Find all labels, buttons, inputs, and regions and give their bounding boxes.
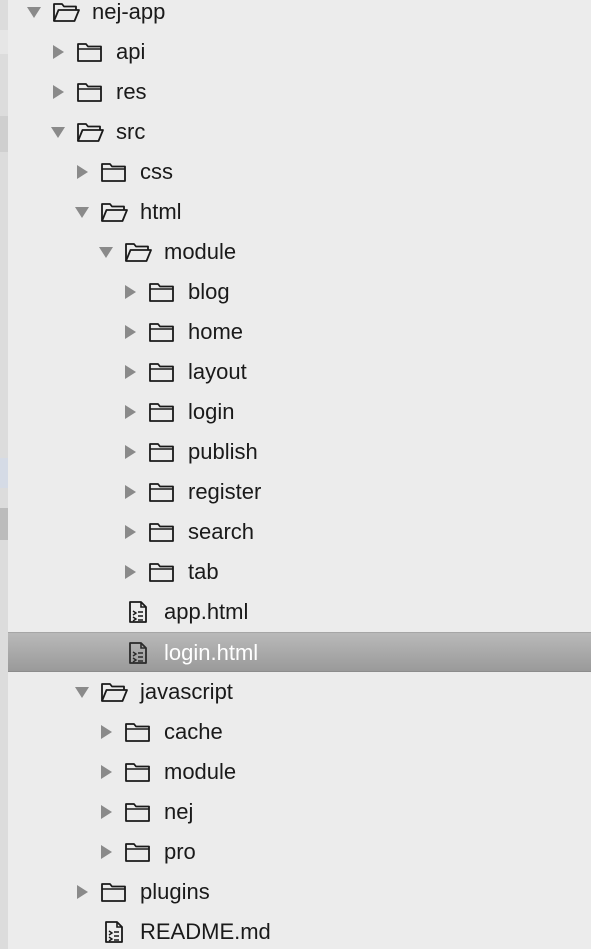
tree-file-row[interactable]: README.md <box>8 912 591 949</box>
triangle-right-icon[interactable] <box>50 44 66 60</box>
triangle-down-icon[interactable] <box>26 4 42 20</box>
folder-open-icon <box>77 123 104 142</box>
tree-item-label: tab <box>188 559 219 584</box>
tree-folder-row[interactable]: module <box>8 232 591 272</box>
file-explorer-window: nej-app api res src css html module blog home lay… <box>0 0 591 949</box>
tree-item-label: pro <box>164 839 196 864</box>
triangle-right-icon[interactable] <box>122 364 138 380</box>
triangle-right-icon[interactable] <box>122 324 138 340</box>
triangle-right-icon[interactable] <box>122 284 138 300</box>
triangle-down-icon[interactable] <box>74 204 90 220</box>
triangle-down-icon[interactable] <box>50 124 66 140</box>
tree-folder-row[interactable]: search <box>8 512 591 552</box>
tree-item-label: register <box>188 479 262 504</box>
tree-folder-row[interactable]: layout <box>8 352 591 392</box>
triangle-right-icon[interactable] <box>122 524 138 540</box>
tree-folder-row[interactable]: nej-app <box>8 0 591 32</box>
folder-icon <box>149 443 174 462</box>
tree-folder-row[interactable]: blog <box>8 272 591 312</box>
tree-folder-row[interactable]: plugins <box>8 872 591 912</box>
file-icon <box>105 921 123 943</box>
folder-open-icon <box>101 683 128 702</box>
folder-icon <box>149 283 174 302</box>
tree-folder-row[interactable]: publish <box>8 432 591 472</box>
triangle-right-icon[interactable] <box>98 724 114 740</box>
triangle-right-icon[interactable] <box>50 84 66 100</box>
tree-item-label: home <box>188 319 244 344</box>
tree-folder-row[interactable]: register <box>8 472 591 512</box>
project-file-tree: nej-app api res src css html module blog home lay… <box>8 0 591 949</box>
tree-item-label: nej-app <box>92 0 166 24</box>
triangle-right-icon[interactable] <box>74 884 90 900</box>
folder-icon <box>77 83 102 102</box>
folder-open-icon <box>101 203 128 222</box>
triangle-right-icon[interactable] <box>98 804 114 820</box>
triangle-right-icon[interactable] <box>122 484 138 500</box>
triangle-right-icon[interactable] <box>74 164 90 180</box>
tree-item-label: nej <box>164 799 194 824</box>
folder-icon <box>149 363 174 382</box>
folder-icon <box>125 723 150 742</box>
triangle-right-icon[interactable] <box>122 444 138 460</box>
tree-item-label: plugins <box>140 879 210 904</box>
tree-folder-row[interactable]: tab <box>8 552 591 592</box>
tree-item-label: login.html <box>164 640 259 665</box>
file-icon <box>129 601 147 623</box>
tree-item-label: res <box>116 79 147 104</box>
tree-item-label: html <box>140 199 182 224</box>
folder-icon <box>149 523 174 542</box>
tree-folder-row[interactable]: html <box>8 192 591 232</box>
tree-item-label: javascript <box>140 679 233 704</box>
tree-folder-row[interactable]: pro <box>8 832 591 872</box>
folder-icon <box>101 163 126 182</box>
tree-folder-row[interactable]: cache <box>8 712 591 752</box>
tree-item-label: login <box>188 399 235 424</box>
triangle-right-icon[interactable] <box>98 764 114 780</box>
tree-folder-row[interactable]: res <box>8 72 591 112</box>
tree-folder-row[interactable]: home <box>8 312 591 352</box>
tree-item-label: src <box>116 119 146 144</box>
triangle-right-icon[interactable] <box>98 844 114 860</box>
tree-item-label: api <box>116 39 146 64</box>
tree-item-label: README.md <box>140 919 271 944</box>
triangle-right-icon[interactable] <box>122 404 138 420</box>
tree-item-label: layout <box>188 359 247 384</box>
folder-icon <box>149 403 174 422</box>
folder-icon <box>125 843 150 862</box>
tree-folder-row[interactable]: src <box>8 112 591 152</box>
triangle-down-icon[interactable] <box>74 684 90 700</box>
tree-folder-row[interactable]: css <box>8 152 591 192</box>
folder-icon <box>125 803 150 822</box>
triangle-right-icon[interactable] <box>122 564 138 580</box>
strip-mark <box>0 30 8 54</box>
folder-icon <box>125 763 150 782</box>
tree-item-label: css <box>140 159 173 184</box>
folder-icon <box>149 323 174 342</box>
tree-item-label: cache <box>164 719 223 744</box>
tree-folder-row[interactable]: api <box>8 32 591 72</box>
tree-item-label: module <box>164 759 237 784</box>
tree-folder-row[interactable]: login <box>8 392 591 432</box>
tree-folder-row[interactable]: javascript <box>8 672 591 712</box>
tree-item-label: blog <box>188 279 230 304</box>
tree-file-row[interactable]: app.html <box>8 592 591 632</box>
folder-icon <box>149 563 174 582</box>
tree-file-row[interactable]: login.html <box>8 632 591 672</box>
strip-mark <box>0 458 8 488</box>
strip-mark <box>0 116 8 152</box>
tree-item-label: app.html <box>164 599 249 624</box>
triangle-down-icon[interactable] <box>98 244 114 260</box>
tree-item-label: search <box>188 519 255 544</box>
tree-folder-row[interactable]: module <box>8 752 591 792</box>
tree-item-label: module <box>164 239 237 264</box>
strip-mark <box>0 508 8 540</box>
tree-item-label: publish <box>188 439 258 464</box>
file-icon <box>129 642 147 664</box>
folder-open-icon <box>125 243 152 262</box>
folder-icon <box>149 483 174 502</box>
tree-folder-row[interactable]: nej <box>8 792 591 832</box>
folder-icon <box>77 43 102 62</box>
folder-icon <box>101 883 126 902</box>
folder-open-icon <box>53 3 80 22</box>
